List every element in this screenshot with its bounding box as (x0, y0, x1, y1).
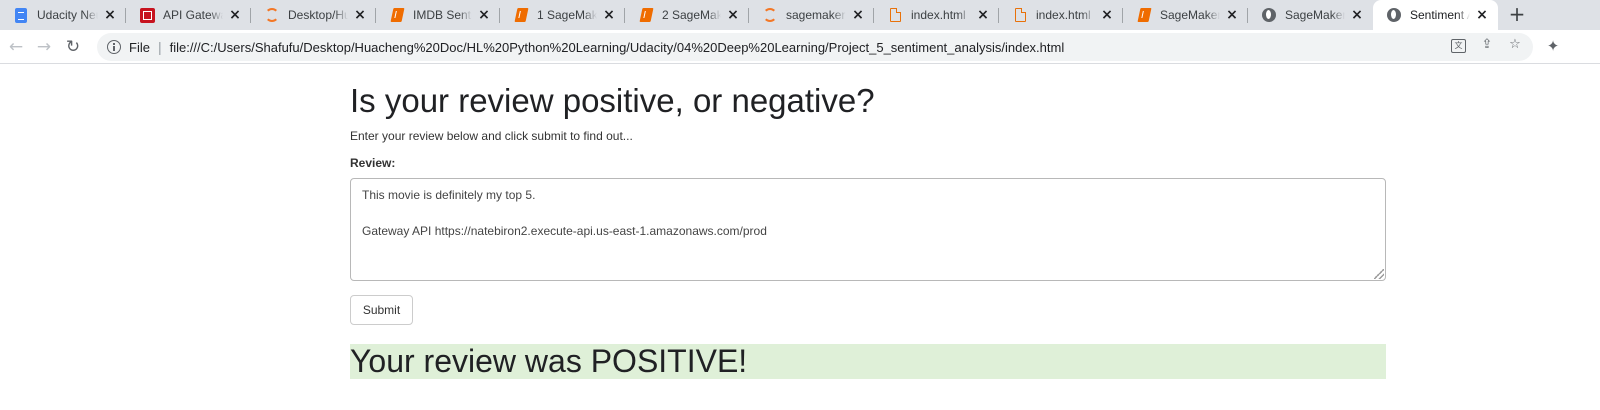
tab-title: IMDB Sentiment (413, 8, 472, 22)
close-icon[interactable]: × (725, 7, 741, 23)
close-icon[interactable]: × (1349, 7, 1365, 23)
submit-button[interactable]: Submit (350, 295, 413, 325)
tab-title: 2 SageMaker (662, 8, 721, 22)
tab-sagemaker-deployment[interactable]: sagemaker-deployment × (749, 0, 874, 30)
back-arrow-icon[interactable]: ← (4, 35, 28, 59)
browser-toolbar: ← → ↻ File | file:///C:/Users/Shafufu/De… (0, 30, 1600, 64)
tab-sagemaker-python-2[interactable]: SageMaker Python × (1248, 0, 1373, 30)
extensions-puzzle-icon[interactable]: ✦ (1543, 36, 1563, 56)
file-icon (1012, 7, 1028, 23)
close-icon[interactable]: × (975, 7, 991, 23)
url-text[interactable]: file:///C:/Users/Shafufu/Desktop/Huachen… (170, 40, 1065, 55)
tab-title: SageMaker Python (1285, 8, 1345, 22)
globe-icon (1386, 7, 1402, 23)
close-icon[interactable]: × (1474, 7, 1490, 23)
close-icon[interactable]: × (850, 7, 866, 23)
close-icon[interactable]: × (601, 7, 617, 23)
tab-title: sagemaker-deployment (786, 8, 846, 22)
share-icon[interactable]: ⇪ (1479, 37, 1495, 53)
page-title: Is your review positive, or negative? (350, 82, 875, 119)
tab-title: Sentiment Analysis (1410, 8, 1470, 22)
tab-title: 1 SageMaker (537, 8, 597, 22)
tab-title: index.html (911, 8, 966, 22)
star-bookmark-icon[interactable]: ☆ (1507, 37, 1523, 53)
info-icon[interactable] (107, 40, 121, 54)
tab-title: SageMaker Python (1160, 8, 1220, 22)
address-bar[interactable]: File | file:///C:/Users/Shafufu/Desktop/… (97, 33, 1533, 61)
review-label: Review: (350, 156, 396, 170)
file-icon (887, 7, 903, 23)
notebook-book-icon (389, 7, 405, 23)
tab-sagemaker-python-1[interactable]: SageMaker Python × (1123, 0, 1248, 30)
new-tab-button[interactable]: + (1505, 3, 1529, 27)
tab-sagemaker-1[interactable]: 1 SageMaker × (500, 0, 625, 30)
tab-udacity[interactable]: Udacity Neural Networks × (0, 0, 126, 30)
tab-index-html-1[interactable]: index.html × (874, 0, 999, 30)
jupyter-icon (762, 7, 778, 23)
tab-title: Udacity Neural Networks (37, 8, 98, 22)
tab-imdb-sentiment[interactable]: IMDB Sentiment × (376, 0, 500, 30)
tab-title: Desktop/Huacheng (288, 8, 348, 22)
tab-title: API Gateway (163, 8, 223, 22)
review-textarea[interactable]: This movie is definitely my top 5. Gatew… (350, 178, 1386, 281)
tab-sentiment-analysis-active[interactable]: Sentiment Analysis × (1373, 0, 1498, 30)
address-divider: | (157, 39, 162, 55)
close-icon[interactable]: × (1224, 7, 1240, 23)
close-icon[interactable]: × (1099, 7, 1115, 23)
textarea-resize-handle[interactable] (1374, 269, 1384, 279)
close-icon[interactable]: × (352, 7, 368, 23)
page-subtitle: Enter your review below and click submit… (350, 129, 633, 143)
close-icon[interactable]: × (476, 7, 492, 23)
tab-desktop[interactable]: Desktop/Huacheng × (251, 0, 376, 30)
google-docs-icon (13, 7, 29, 23)
tab-title: index.html (1036, 8, 1091, 22)
globe-icon (1261, 7, 1277, 23)
reload-icon[interactable]: ↻ (61, 35, 85, 59)
forward-arrow-icon[interactable]: → (32, 35, 56, 59)
scheme-label: File (129, 39, 150, 55)
close-icon[interactable]: × (102, 7, 118, 23)
notebook-book-icon (513, 7, 529, 23)
notebook-book-icon (1136, 7, 1152, 23)
jupyter-icon (264, 7, 280, 23)
result-banner: Your review was POSITIVE! (350, 344, 1386, 379)
close-icon[interactable]: × (227, 7, 243, 23)
tab-sagemaker-2[interactable]: 2 SageMaker × (625, 0, 749, 30)
tab-index-html-2[interactable]: index.html × (999, 0, 1123, 30)
translate-icon[interactable]: 文 (1451, 39, 1467, 55)
notebook-book-icon (638, 7, 654, 23)
tab-strip: Udacity Neural Networks × API Gateway × … (0, 0, 1600, 30)
tab-api-gateway[interactable]: API Gateway × (126, 0, 251, 30)
api-gateway-icon (139, 7, 155, 23)
